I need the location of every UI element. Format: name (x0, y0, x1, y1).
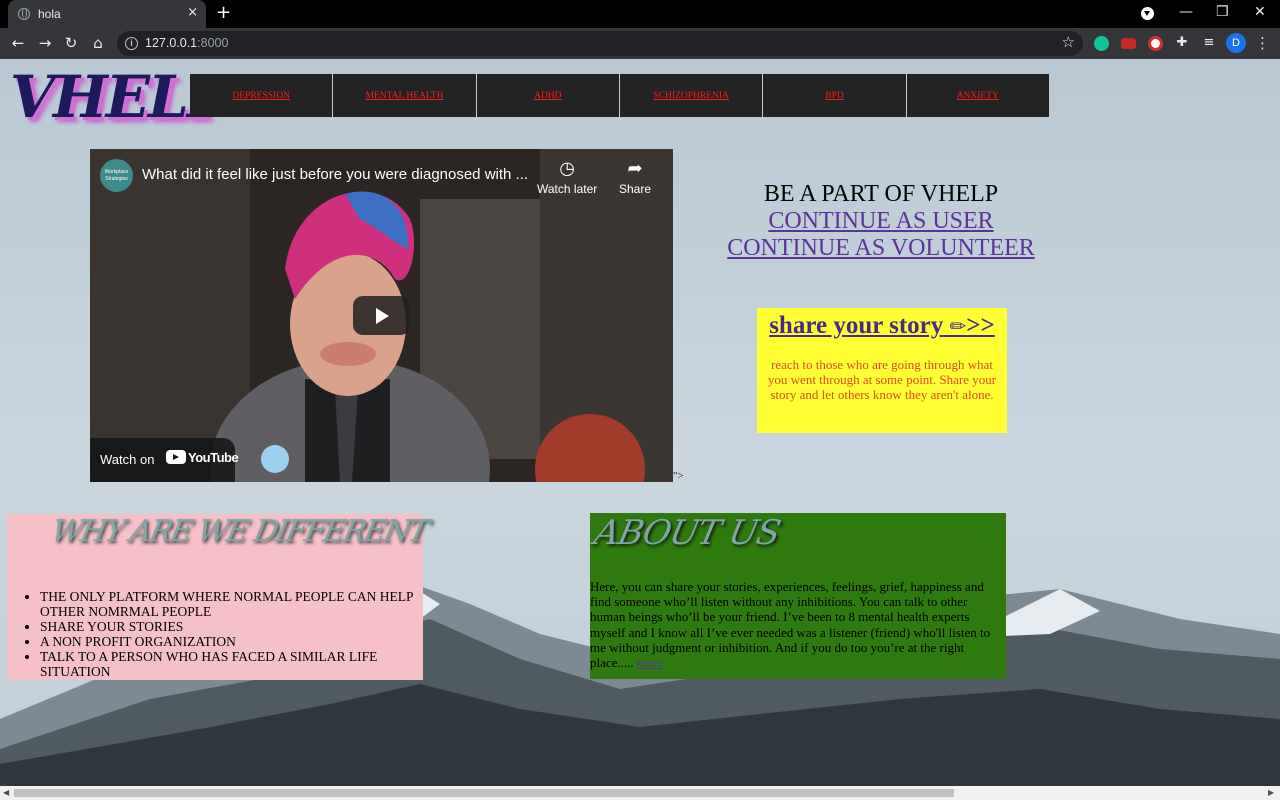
menu-kebab-icon[interactable]: ⋮ (1255, 33, 1270, 53)
list-item: A NON PROFIT ORGANIZATION (40, 634, 415, 649)
nav-item-bpd: BPD (763, 74, 907, 117)
watch-on-label: Watch on (100, 452, 155, 467)
why-different-heading: WHY ARE WE DIFFERENT (48, 514, 431, 549)
url-text[interactable]: 127.0.0.1:8000 (145, 36, 228, 50)
nav-link-adhd[interactable]: ADHD (534, 91, 561, 101)
browser-tab[interactable]: hola × (8, 0, 206, 28)
share-icon: ➦ (627, 158, 643, 179)
share-story-link[interactable]: share your story ✏>> (757, 312, 1007, 340)
share-story-description: reach to those who are going through wha… (767, 357, 997, 402)
browser-tab-bar: hola × + — ❐ ✕ (0, 0, 1280, 28)
join-heading: BE A PART OF VHELP (763, 181, 999, 207)
youtube-embed[interactable]: Workplace Strategies What did it feel li… (90, 149, 673, 482)
scroll-right-icon[interactable]: ▶ (1268, 788, 1274, 797)
more-link[interactable]: more (637, 655, 664, 670)
media-queue-icon[interactable]: ≡ (1199, 33, 1219, 53)
bookmark-star-icon[interactable]: ☆ (1062, 33, 1075, 51)
new-tab-button[interactable]: + (216, 3, 231, 23)
list-item: SHARE YOUR STORIES (40, 619, 415, 634)
about-us-heading: ABOUT US (590, 513, 784, 553)
video-title[interactable]: What did it feel like just before you we… (142, 166, 528, 183)
main-nav: DEPRESSION MENTAL HEALTH ADHD SCHIZOPHRE… (190, 74, 1049, 117)
tab-close-icon[interactable]: × (187, 5, 198, 21)
site-logo[interactable]: VHELP (10, 67, 230, 131)
window-close-button[interactable]: ✕ (1254, 4, 1266, 20)
nav-item-adhd: ADHD (476, 74, 620, 117)
list-item: TALK TO A PERSON WHO HAS FACED A SIMILAR… (40, 649, 415, 679)
home-icon[interactable]: ⌂ (88, 33, 108, 53)
nav-item-anxiety: ANXIETY (906, 74, 1049, 117)
back-icon[interactable]: ← (8, 33, 28, 53)
join-section: BE A PART OF VHELP CONTINUE AS USER CONT… (690, 181, 1072, 262)
play-button[interactable] (353, 296, 410, 335)
channel-avatar[interactable]: Workplace Strategies (100, 159, 133, 192)
about-us-box: ABOUT US Here, you can share your storie… (590, 513, 1006, 679)
stray-markup-text: "> (673, 470, 684, 482)
scroll-left-icon[interactable]: ◀ (3, 788, 9, 797)
clock-icon: ◷ (559, 158, 575, 179)
nav-link-anxiety[interactable]: ANXIETY (957, 91, 999, 101)
reload-icon[interactable]: ↻ (61, 33, 81, 53)
profile-avatar[interactable]: D (1226, 33, 1246, 53)
video-extension-icon[interactable] (1121, 38, 1136, 49)
pencil-icon: ✏ (949, 314, 967, 338)
share-story-card: share your story ✏>> reach to those who … (757, 308, 1007, 433)
share-button[interactable]: ➦ Share (619, 158, 651, 197)
horizontal-scrollbar[interactable]: ◀ ▶ (0, 786, 1280, 800)
why-different-list: THE ONLY PLATFORM WHERE NORMAL PEOPLE CA… (40, 589, 415, 679)
youtube-wordmark: YouTube (188, 450, 239, 465)
continue-as-user-link[interactable]: CONTINUE AS USER (690, 208, 1072, 235)
nav-link-mental-health[interactable]: MENTAL HEALTH (366, 91, 444, 101)
info-icon[interactable]: i (125, 37, 138, 50)
nav-item-depression: DEPRESSION (190, 74, 334, 117)
about-us-text: Here, you can share your stories, experi… (590, 579, 991, 671)
page-viewport: VHELP DEPRESSION MENTAL HEALTH ADHD SCHI… (0, 59, 1280, 786)
record-extension-icon[interactable] (1148, 36, 1163, 51)
watch-later-button[interactable]: ◷ Watch later (537, 158, 597, 197)
forward-icon[interactable]: → (35, 33, 55, 53)
browser-toolbar: ← → ↻ ⌂ i 127.0.0.1:8000 ☆ ✚ ≡ D ⋮ (0, 28, 1280, 59)
nav-link-schizophrenia[interactable]: SCHIZOPHRENIA (653, 91, 728, 101)
watch-on-youtube-button[interactable]: Watch on YouTube (90, 438, 239, 482)
minimize-button[interactable]: — (1179, 4, 1193, 20)
list-item: THE ONLY PLATFORM WHERE NORMAL PEOPLE CA… (40, 589, 415, 619)
maximize-button[interactable]: ❐ (1216, 4, 1229, 20)
media-control-icon[interactable] (1141, 7, 1154, 20)
puzzle-extensions-icon[interactable]: ✚ (1172, 33, 1192, 53)
nav-item-mental-health: MENTAL HEALTH (333, 74, 477, 117)
scrollbar-thumb[interactable] (14, 789, 954, 797)
globe-icon (18, 8, 30, 20)
address-bar[interactable]: i 127.0.0.1:8000 ☆ (117, 31, 1083, 56)
nav-link-bpd[interactable]: BPD (825, 91, 843, 101)
continue-as-volunteer-link[interactable]: CONTINUE AS VOLUNTEER (690, 235, 1072, 262)
nav-item-schizophrenia: SCHIZOPHRENIA (619, 74, 764, 117)
youtube-logo-icon (166, 450, 186, 464)
grammarly-extension-icon[interactable] (1094, 36, 1109, 51)
tab-title: hola (38, 7, 61, 21)
nav-link-depression[interactable]: DEPRESSION (232, 91, 290, 101)
why-different-box: WHY ARE WE DIFFERENT THE ONLY PLATFORM W… (7, 514, 430, 680)
